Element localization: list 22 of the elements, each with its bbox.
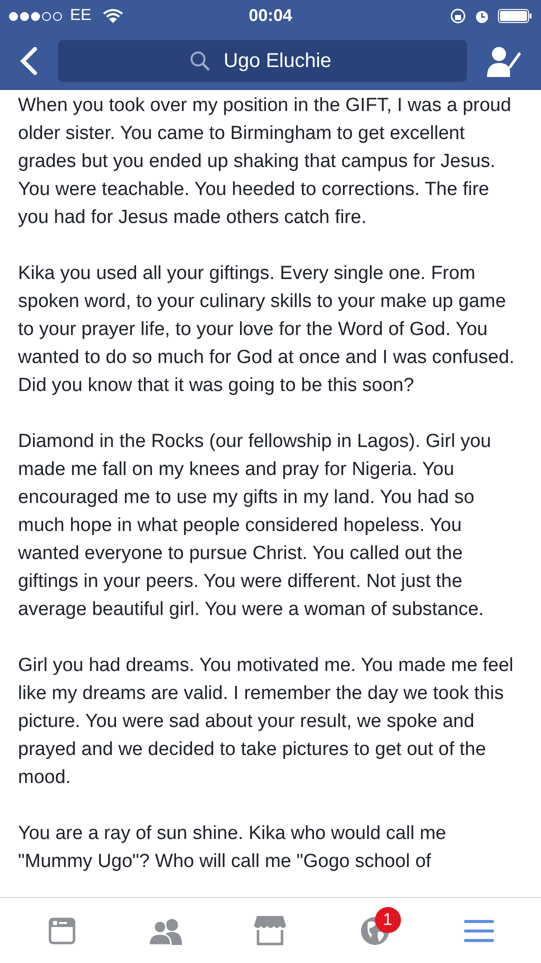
back-icon[interactable] — [20, 47, 38, 75]
menu-icon — [464, 918, 494, 942]
search-field[interactable]: Ugo Eluchie — [58, 40, 467, 82]
notification-badge: 1 — [374, 906, 401, 932]
rotation-lock-icon — [450, 8, 466, 24]
post-paragraph: When you took over my position in the GIFT, I was a proud older sister. You came to Birmingham to get excellent grades but you ended up shaking that campus for Jesus. You were teachable. You heeded to corrections. The fire you had for Jesus made others catch fire. — [18, 94, 512, 230]
wifi-icon — [103, 9, 124, 23]
edit-profile-icon[interactable] — [487, 45, 521, 77]
alarm-icon — [474, 8, 490, 24]
search-icon — [190, 51, 210, 71]
carrier-name: EE — [70, 6, 92, 26]
friends-icon — [149, 916, 184, 944]
feed-icon — [48, 916, 76, 944]
post-paragraph: Girl you had dreams. You motivated me. You made me feel like my dreams are valid. I remember the day we took this picture. You were sad about your result, we spoke and prayed and we decided to take pictures to get out of the mood. — [18, 654, 514, 790]
status-time: 00:04 — [248, 5, 292, 28]
post-paragraph: Kika you used all your giftings. Every single one. From spoken word, to your culinary skills to your make up game to your prayer life, to your love for the Word of God. You wanted to do so much for God at once and I was confused. Did you know that it was going to be this soon? — [18, 262, 516, 398]
notifications-tab[interactable]: 1 — [344, 906, 405, 956]
signal-icon — [9, 12, 62, 20]
post-paragraph: You are a ray of sun shine. Kika who would call me "Mummy Ugo"? Who will call me "Gogo school of — [18, 822, 448, 874]
battery-icon — [498, 8, 532, 24]
shop-icon — [254, 916, 286, 946]
post-paragraph: Diamond in the Rocks (our fellowship in Lagos). Girl you made me fall on my knees and pray for Nigeria. You encouraged me to use my gifts in my land. You had so much hope in what people considered hopeless. You wanted everyone to pursue Christ. You called out the giftings in your peers. You were different. Not just the average beautiful girl. You were a woman of substance. — [18, 430, 492, 622]
